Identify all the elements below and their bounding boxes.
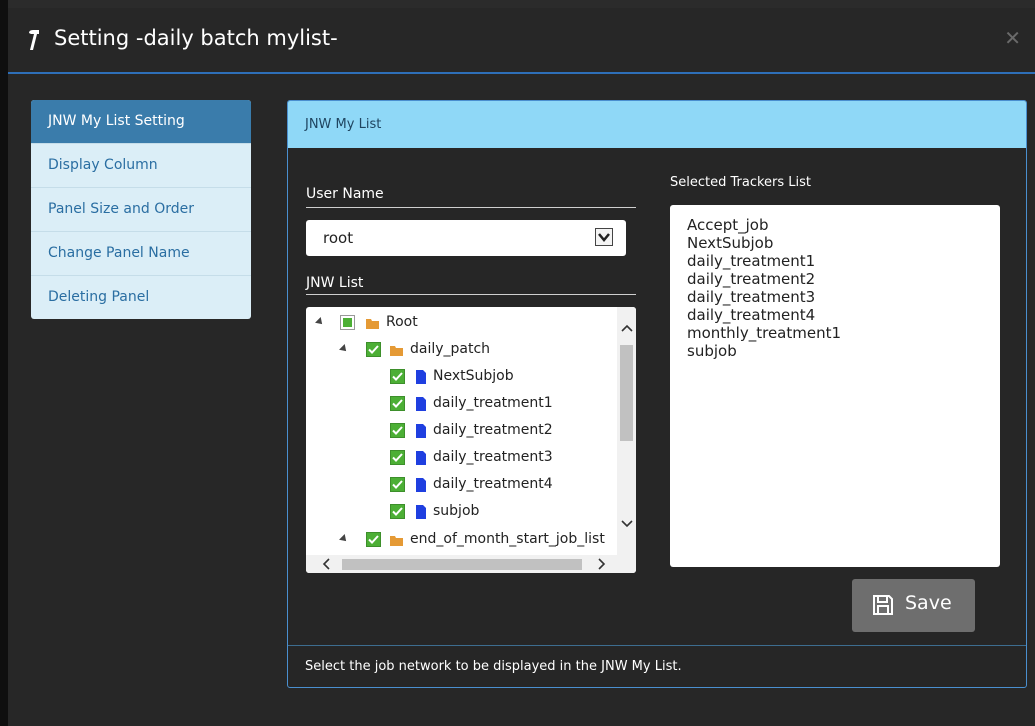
tree-node-label: daily_treatment1: [433, 395, 553, 411]
tracker-item: daily_treatment4: [687, 306, 816, 324]
checkbox-checked-icon[interactable]: [366, 532, 381, 547]
jnw-my-list-panel: JNW My List User Name root JNW List Root: [287, 100, 1027, 688]
tracker-item: Accept_job: [687, 216, 769, 234]
tree-node-label: daily_treatment2: [433, 422, 553, 438]
menu-item-panel-size-and-order[interactable]: Panel Size and Order: [31, 188, 251, 232]
tree-horizontal-scrollbar[interactable]: [306, 555, 636, 573]
tree-vertical-scrollbar[interactable]: [617, 307, 636, 555]
checkbox-checked-icon[interactable]: [390, 423, 405, 438]
jnw-list-divider: [306, 294, 636, 295]
checkbox-checked-icon[interactable]: [366, 342, 381, 357]
folder-icon: [366, 319, 379, 329]
tree-node-label: subjob: [433, 503, 480, 519]
expand-triangle-icon[interactable]: [339, 344, 349, 354]
horizontal-scroll-thumb[interactable]: [342, 559, 582, 570]
checkbox-checked-icon[interactable]: [390, 450, 405, 465]
document-icon: [416, 505, 426, 519]
user-name-label: User Name: [306, 186, 384, 202]
document-icon: [416, 424, 426, 438]
tree-node-label: daily_treatment4: [433, 476, 553, 492]
menu-item-jnw-my-list-setting[interactable]: JNW My List Setting: [31, 100, 251, 144]
tree-node-label: Root: [386, 314, 418, 330]
panel-title: JNW My List: [288, 101, 1026, 148]
chevron-down-icon[interactable]: [595, 228, 613, 246]
menu-item-display-column[interactable]: Display Column: [31, 144, 251, 188]
user-name-divider: [306, 207, 636, 208]
tracker-item: subjob: [687, 342, 737, 360]
scroll-down-icon[interactable]: [621, 517, 633, 532]
tree-node-label: end_of_month_start_job_list: [410, 531, 605, 547]
dialog-title: Setting -daily batch mylist-: [54, 26, 338, 50]
left-edge: [0, 0, 8, 726]
wrench-icon: [29, 30, 39, 50]
jnw-tree: Root daily_patch NextSubjob daily_treatm…: [306, 307, 636, 573]
checkbox-checked-icon[interactable]: [390, 477, 405, 492]
tracker-item: NextSubjob: [687, 234, 774, 252]
document-icon: [416, 397, 426, 411]
expand-triangle-icon[interactable]: [339, 534, 349, 544]
save-button-label: Save: [905, 592, 952, 614]
user-name-value: root: [323, 229, 354, 247]
scroll-right-icon[interactable]: [598, 558, 606, 573]
menu-item-deleting-panel[interactable]: Deleting Panel: [31, 276, 251, 319]
checkbox-checked-icon[interactable]: [390, 504, 405, 519]
vertical-scroll-thumb[interactable]: [620, 345, 633, 441]
scroll-left-icon[interactable]: [322, 558, 330, 573]
user-name-select[interactable]: root: [306, 220, 626, 256]
tree-node-label: daily_patch: [410, 341, 491, 357]
document-icon: [416, 451, 426, 465]
trackers-container: Accept_job NextSubjob daily_treatment1 d…: [687, 216, 841, 360]
tree-node-label: NextSubjob: [433, 368, 514, 384]
selected-trackers-list[interactable]: Accept_job NextSubjob daily_treatment1 d…: [670, 205, 1000, 567]
tree-node-label: daily_treatment3: [433, 449, 553, 465]
checkbox-checked-icon[interactable]: [390, 369, 405, 384]
document-icon: [416, 478, 426, 492]
selected-trackers-label: Selected Trackers List: [670, 175, 812, 190]
tracker-item: daily_treatment1: [687, 252, 816, 270]
jnw-list-label: JNW List: [306, 275, 364, 291]
checkbox-partial-icon[interactable]: [340, 315, 355, 330]
tracker-item: daily_treatment2: [687, 270, 816, 288]
save-button[interactable]: Save: [852, 579, 975, 632]
expand-triangle-icon[interactable]: [315, 317, 325, 327]
dialog-title-bar: Setting -daily batch mylist- ✕: [8, 8, 1035, 74]
scroll-up-icon[interactable]: [621, 321, 633, 336]
tracker-item: monthly_treatment1: [687, 324, 842, 342]
settings-dialog: Setting -daily batch mylist- ✕ JNW My Li…: [8, 8, 1035, 726]
close-icon[interactable]: ✕: [1004, 26, 1021, 50]
panel-footer: Select the job network to be displayed i…: [288, 645, 1026, 687]
folder-icon: [390, 536, 403, 546]
menu-item-change-panel-name[interactable]: Change Panel Name: [31, 232, 251, 276]
folder-icon: [390, 346, 403, 356]
settings-menu: JNW My List Setting Display Column Panel…: [31, 100, 251, 319]
checkbox-checked-icon[interactable]: [390, 396, 405, 411]
document-icon: [416, 370, 426, 384]
tracker-item: daily_treatment3: [687, 288, 816, 306]
floppy-disk-icon: [873, 595, 893, 615]
screen-frame: Setting -daily batch mylist- ✕ JNW My Li…: [0, 0, 1035, 726]
